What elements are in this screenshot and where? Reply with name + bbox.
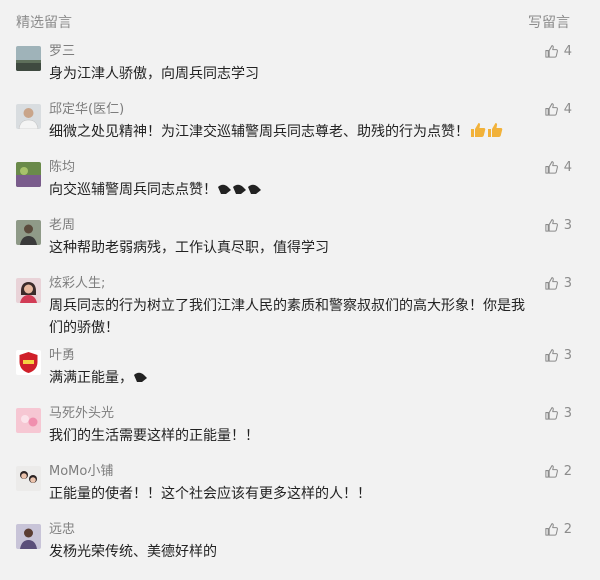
comment-nickname[interactable]: 陈均 [49,160,530,176]
comment-nickname[interactable]: 远忠 [49,522,530,538]
comment-item: 陈均 向交巡辅警周兵同志点赞！ 4 [0,160,600,218]
fist-emoji [133,369,149,391]
like-button[interactable]: 4 [544,44,572,59]
thumbs-up-icon [545,523,558,536]
comment-text: 身为江津人骄傲，向周兵同志学习 [49,66,259,82]
comment-text: 周兵同志的行为树立了我们江津人民的素质和警察叔叔们的高大形象！你是我们的骄傲！ [49,298,525,336]
thumbs-up-icon [545,219,558,232]
fist-emoji [217,181,263,203]
comment-item: 远忠 发杨光荣传统、美德好样的 2 [0,522,600,572]
like-count: 3 [563,218,572,233]
comment-nickname[interactable]: 马死外头光 [49,406,530,422]
like-button[interactable]: 3 [544,218,572,233]
comment-text: 发杨光荣传统、美德好样的 [49,544,217,560]
thumbs-up-emoji [469,122,503,145]
pink-avatar[interactable] [16,408,41,433]
write-comment-button[interactable]: 写留言 [528,12,570,32]
like-count: 3 [563,348,572,363]
like-count: 3 [563,406,572,421]
comment-item: 炫彩人生; 周兵同志的行为树立了我们江津人民的素质和警察叔叔们的高大形象！你是我… [0,276,600,348]
like-count: 4 [563,102,572,117]
like-count: 3 [563,276,572,291]
woman-avatar[interactable] [16,278,41,303]
shield-avatar[interactable] [16,350,41,375]
thumbs-up-icon [545,407,558,420]
section-title: 精选留言 [16,15,72,31]
comment-item: MoMo小铺 正能量的使者！！这个社会应该有更多这样的人！！ 2 [0,464,600,522]
thumbs-up-icon [545,277,558,290]
like-button[interactable]: 2 [544,464,572,479]
girls-avatar[interactable] [16,466,41,491]
comment-item: 罗三 身为江津人骄傲，向周兵同志学习 4 [0,44,600,102]
person-avatar[interactable] [16,220,41,245]
thumbs-up-icon [545,103,558,116]
man-avatar[interactable] [16,524,41,549]
like-count: 4 [563,160,572,175]
comment-item: 老周 这种帮助老弱病残，工作认真尽职，值得学习 3 [0,218,600,276]
comment-text: 这种帮助老弱病残，工作认真尽职，值得学习 [49,240,329,256]
comment-item: 邱定华(医仁) 细微之处见精神！为江津交巡辅警周兵同志尊老、助残的行为点赞！ 4 [0,102,600,160]
comment-text: 满满正能量， [49,367,530,391]
comment-nickname[interactable]: MoMo小铺 [49,464,530,480]
landscape-avatar[interactable] [16,46,41,71]
comment-nickname[interactable]: 邱定华(医仁) [49,102,530,118]
like-button[interactable]: 4 [544,160,572,175]
like-button[interactable]: 4 [544,102,572,117]
comments-header: 精选留言 写留言 [0,0,600,44]
comment-text: 细微之处见精神！为江津交巡辅警周兵同志尊老、助残的行为点赞！ [49,121,530,145]
field-avatar[interactable] [16,162,41,187]
comment-nickname[interactable]: 叶勇 [49,348,530,364]
doctor-avatar[interactable] [16,104,41,129]
thumbs-up-icon [545,161,558,174]
like-button[interactable]: 3 [544,348,572,363]
like-button[interactable]: 3 [544,406,572,421]
thumbs-up-icon [545,465,558,478]
comment-nickname[interactable]: 炫彩人生; [49,276,530,292]
like-button[interactable]: 3 [544,276,572,291]
comment-nickname[interactable]: 罗三 [49,44,530,60]
comment-list: 罗三 身为江津人骄傲，向周兵同志学习 4 邱定华(医仁) 细微之处见精神！为江津… [0,44,600,572]
thumbs-up-icon [545,45,558,58]
like-count: 4 [563,44,572,59]
like-count: 2 [563,464,572,479]
comment-nickname[interactable]: 老周 [49,218,530,234]
thumbs-up-icon [545,349,558,362]
like-count: 2 [563,522,572,537]
comment-item: 马死外头光 我们的生活需要这样的正能量！！ 3 [0,406,600,464]
like-button[interactable]: 2 [544,522,572,537]
comment-text: 我们的生活需要这样的正能量！！ [49,428,259,444]
comment-item: 叶勇 满满正能量， 3 [0,348,600,406]
comment-text: 正能量的使者！！这个社会应该有更多这样的人！！ [49,486,371,502]
comment-text: 向交巡辅警周兵同志点赞！ [49,179,530,203]
